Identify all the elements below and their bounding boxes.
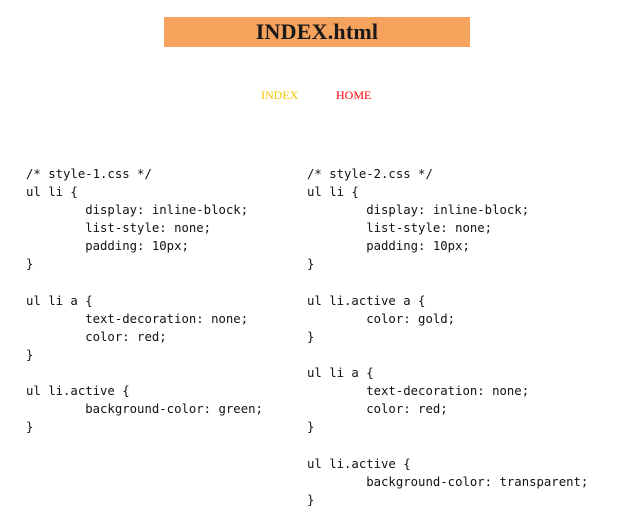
code-block-style-1: /* style-1.css */ ul li { display: inline… [26, 165, 263, 436]
code-line: list-style: none; [307, 221, 493, 236]
code-line: ul li a { [307, 366, 374, 381]
code-line: background-color: green; [26, 402, 263, 417]
code-line: text-decoration: none; [307, 384, 530, 399]
code-line: display: inline-block; [26, 203, 249, 218]
code-line: color: gold; [307, 311, 456, 326]
code-line: } [26, 347, 34, 362]
code-line: padding: 10px; [26, 239, 189, 254]
code-line: list-style: none; [26, 221, 212, 236]
code-line: display: inline-block; [307, 203, 530, 218]
code-line: /* style-2.css */ [307, 167, 433, 181]
code-line: } [307, 257, 315, 272]
code-line: background-color: transparent; [307, 474, 589, 489]
code-line: color: red; [26, 329, 167, 344]
code-line: ul li { [307, 185, 359, 200]
code-line: text-decoration: none; [26, 311, 249, 326]
code-line: } [26, 420, 34, 435]
code-line: } [307, 492, 315, 507]
nav-link-home[interactable]: HOME [336, 88, 371, 103]
code-line: ul li.active { [26, 384, 130, 399]
code-line: ul li a { [26, 293, 93, 308]
code-line: color: red; [307, 402, 448, 417]
code-line: ul li { [26, 185, 78, 200]
page-banner: INDEX.html [164, 17, 470, 47]
code-line: } [26, 257, 34, 272]
nav-menu: INDEX HOME [0, 88, 629, 106]
code-line: padding: 10px; [307, 239, 470, 254]
nav-link-index[interactable]: INDEX [261, 88, 298, 103]
code-block-style-2: /* style-2.css */ ul li { display: inline… [307, 165, 588, 509]
code-line: } [307, 420, 315, 435]
code-line: ul li.active a { [307, 293, 426, 308]
code-line: /* style-1.css */ [26, 167, 152, 181]
page-title: INDEX.html [255, 19, 379, 44]
code-line: } [307, 329, 315, 344]
code-line: ul li.active { [307, 456, 411, 471]
